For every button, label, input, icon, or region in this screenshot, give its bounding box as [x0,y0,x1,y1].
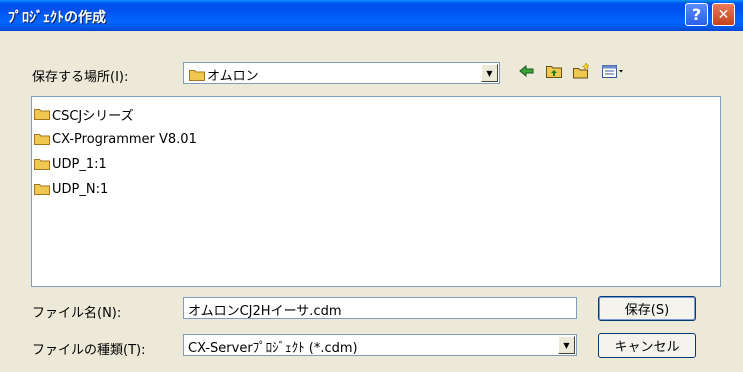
filename-value: オムロンCJ2Hイーサ.cdm [188,304,342,319]
location-value-wrap: オムロン [189,65,259,84]
up-folder-icon[interactable] [545,62,563,80]
folder-icon [34,158,50,170]
folder-icon [34,133,50,145]
save-button-label: 保存(S) [624,303,670,318]
help-button[interactable]: ? [685,3,708,26]
new-folder-icon[interactable] [572,62,590,80]
filetype-dropdown[interactable]: CX-Serverﾌﾟﾛｼﾞｪｸﾄ (*.cdm) ▼ [183,334,577,356]
filename-label: ファイル名(N): [32,306,122,321]
title-bar[interactable]: ﾌﾟﾛｼﾞｪｸﾄの作成 ? ✕ [0,0,743,31]
view-menu-icon[interactable] [601,62,625,80]
folder-icon [34,108,50,120]
location-dropdown-arrow[interactable]: ▼ [481,64,498,82]
cancel-button[interactable]: キャンセル [598,333,696,358]
save-button[interactable]: 保存(S) [598,296,696,321]
cancel-button-label: キャンセル [614,340,680,355]
help-icon: ? [691,5,702,24]
folder-icon [189,69,205,81]
file-name: CX-Programmer V8.01 [52,131,197,147]
location-label: 保存する場所(I): [32,70,129,85]
list-item[interactable]: UDP_1:1 [34,155,107,173]
list-item[interactable]: CX-Programmer V8.01 [34,130,197,148]
filetype-dropdown-arrow[interactable]: ▼ [558,336,575,354]
back-arrow-icon[interactable] [518,62,536,80]
filename-input[interactable]: オムロンCJ2Hイーサ.cdm [183,297,577,319]
location-dropdown[interactable]: オムロン ▼ [183,62,500,84]
filetype-label: ファイルの種類(T): [32,343,146,358]
location-value: オムロン [207,69,259,84]
chevron-down-icon: ▼ [563,340,570,350]
folder-icon [34,183,50,195]
filetype-value: CX-Serverﾌﾟﾛｼﾞｪｸﾄ (*.cdm) [188,341,358,356]
close-button[interactable]: ✕ [712,3,735,26]
list-item[interactable]: UDP_N:1 [34,180,108,198]
chevron-down-icon: ▼ [486,68,493,78]
window-title: ﾌﾟﾛｼﾞｪｸﾄの作成 [8,10,106,26]
file-name: CSCJシリーズ [52,108,134,124]
file-name: UDP_N:1 [52,181,109,197]
close-icon: ✕ [717,6,730,23]
list-item[interactable]: CSCJシリーズ [34,105,134,124]
file-name: UDP_1:1 [52,156,107,172]
file-list[interactable]: CSCJシリーズ CX-Programmer V8.01 UDP_1:1 UDP… [31,96,721,287]
